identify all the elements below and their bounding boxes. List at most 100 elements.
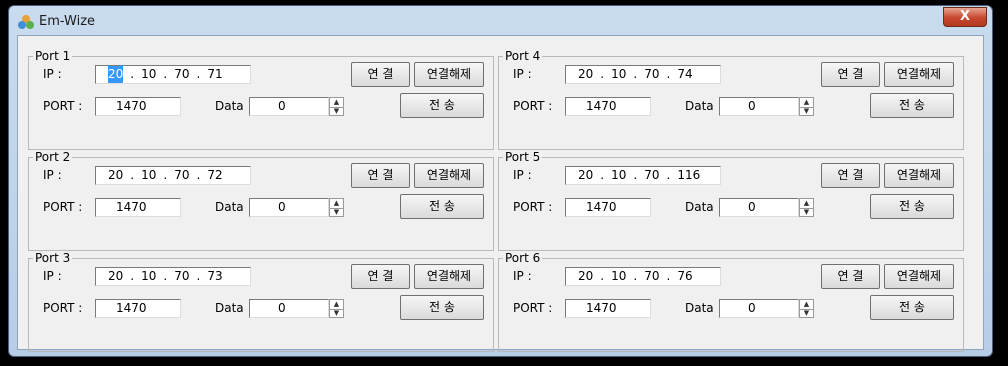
- ip-octet: 73: [207, 269, 223, 283]
- disconnect-button[interactable]: 연결해제: [884, 62, 954, 87]
- spin-down-icon[interactable]: ▼: [330, 208, 343, 217]
- close-button[interactable]: X: [943, 7, 987, 27]
- ip-label: IP :: [513, 67, 532, 81]
- connect-button[interactable]: 연 결: [351, 264, 410, 289]
- ip-dot: .: [130, 67, 135, 81]
- title-bar[interactable]: Em-Wize X: [9, 6, 992, 34]
- send-button[interactable]: 전 송: [400, 194, 484, 219]
- disconnect-button[interactable]: 연결해제: [414, 163, 484, 188]
- port-label: PORT :: [513, 99, 553, 113]
- port-field[interactable]: 1470: [565, 97, 651, 116]
- group-label: Port 2: [33, 150, 73, 164]
- ip-label: IP :: [43, 168, 62, 182]
- group-label: Port 3: [33, 251, 73, 265]
- ip-octet: 72: [207, 168, 223, 182]
- send-button[interactable]: 전 송: [870, 93, 954, 118]
- spin-down-icon[interactable]: ▼: [330, 107, 343, 116]
- data-label: Data: [215, 200, 244, 214]
- port-field[interactable]: 1470: [95, 97, 181, 116]
- data-field[interactable]: 0: [719, 198, 799, 217]
- connect-button[interactable]: 연 결: [821, 163, 880, 188]
- ip-octet: 20: [108, 66, 124, 83]
- ip-dot: .: [633, 269, 638, 283]
- ip-octet: 70: [174, 67, 190, 81]
- data-label: Data: [215, 301, 244, 315]
- app-icon: [18, 15, 34, 29]
- connect-button[interactable]: 연 결: [351, 62, 410, 87]
- send-button[interactable]: 전 송: [870, 194, 954, 219]
- send-button[interactable]: 전 송: [870, 295, 954, 320]
- data-field[interactable]: 0: [719, 97, 799, 116]
- spin-down-icon[interactable]: ▼: [330, 309, 343, 318]
- ip-dot: .: [666, 168, 671, 182]
- ip-address-field[interactable]: 20. 10. 70. 74: [565, 65, 721, 84]
- port-field[interactable]: 1470: [565, 198, 651, 217]
- ip-octet: 10: [611, 67, 627, 81]
- ip-dot: .: [196, 168, 201, 182]
- ip-address-field[interactable]: 20. 10. 70. 73: [95, 267, 251, 286]
- ip-address-field[interactable]: 20. 10. 70. 71: [95, 65, 251, 84]
- connect-button[interactable]: 연 결: [821, 62, 880, 87]
- ip-octet: 20: [108, 269, 124, 283]
- ip-label: IP :: [43, 269, 62, 283]
- disconnect-button[interactable]: 연결해제: [414, 264, 484, 289]
- ip-dot: .: [600, 168, 605, 182]
- port-label: PORT :: [43, 301, 83, 315]
- data-spinner[interactable]: ▲ ▼: [799, 198, 814, 217]
- ip-address-field[interactable]: 20. 10. 70. 72: [95, 166, 251, 185]
- data-label: Data: [685, 200, 714, 214]
- ip-address-field[interactable]: 20. 10. 70. 116: [565, 166, 721, 185]
- ip-octet: 116: [677, 168, 701, 182]
- connect-button[interactable]: 연 결: [351, 163, 410, 188]
- data-field[interactable]: 0: [249, 299, 329, 318]
- ip-dot: .: [163, 168, 168, 182]
- port-label: PORT :: [513, 200, 553, 214]
- ip-octet: 20: [578, 269, 594, 283]
- port-field[interactable]: 1470: [95, 299, 181, 318]
- ip-dot: .: [196, 67, 201, 81]
- ip-octet: 70: [174, 168, 190, 182]
- data-spinner[interactable]: ▲ ▼: [329, 97, 344, 116]
- data-field[interactable]: 0: [719, 299, 799, 318]
- port-group-3: Port 3 IP : 20. 10. 70. 73 PORT : 1470 Data 0 ▲ ▼ 연 …: [28, 251, 494, 352]
- send-button[interactable]: 전 송: [400, 295, 484, 320]
- send-button[interactable]: 전 송: [400, 93, 484, 118]
- ip-octet: 20: [578, 67, 594, 81]
- port-group-2: Port 2 IP : 20. 10. 70. 72 PORT : 1470 Data 0 ▲ ▼ 연 …: [28, 150, 494, 251]
- ip-dot: .: [196, 269, 201, 283]
- data-field[interactable]: 0: [249, 198, 329, 217]
- data-label: Data: [685, 99, 714, 113]
- ip-dot: .: [633, 168, 638, 182]
- ip-address-field[interactable]: 20. 10. 70. 76: [565, 267, 721, 286]
- ip-octet: 74: [677, 67, 693, 81]
- group-label: Port 1: [33, 49, 73, 63]
- data-spinner[interactable]: ▲ ▼: [329, 198, 344, 217]
- port-group-4: Port 4 IP : 20. 10. 70. 74 PORT : 1470 Data 0 ▲ ▼ 연 …: [498, 49, 964, 150]
- data-spinner[interactable]: ▲ ▼: [799, 299, 814, 318]
- port-label: PORT :: [43, 200, 83, 214]
- port-group-6: Port 6 IP : 20. 10. 70. 76 PORT : 1470 Data 0 ▲ ▼ 연 …: [498, 251, 964, 352]
- ip-octet: 20: [578, 168, 594, 182]
- ip-dot: .: [130, 269, 135, 283]
- port-label: PORT :: [513, 301, 553, 315]
- ip-dot: .: [666, 269, 671, 283]
- spin-down-icon[interactable]: ▼: [800, 208, 813, 217]
- group-label: Port 5: [503, 150, 543, 164]
- data-spinner[interactable]: ▲ ▼: [329, 299, 344, 318]
- data-field[interactable]: 0: [249, 97, 329, 116]
- spin-down-icon[interactable]: ▼: [800, 107, 813, 116]
- ip-label: IP :: [513, 269, 532, 283]
- spin-down-icon[interactable]: ▼: [800, 309, 813, 318]
- disconnect-button[interactable]: 연결해제: [414, 62, 484, 87]
- disconnect-button[interactable]: 연결해제: [884, 163, 954, 188]
- ip-dot: .: [600, 67, 605, 81]
- ip-octet: 20: [108, 168, 124, 182]
- port-field[interactable]: 1470: [95, 198, 181, 217]
- ip-dot: .: [633, 67, 638, 81]
- ip-octet: 70: [174, 269, 190, 283]
- port-field[interactable]: 1470: [565, 299, 651, 318]
- connect-button[interactable]: 연 결: [821, 264, 880, 289]
- ip-octet: 76: [677, 269, 693, 283]
- disconnect-button[interactable]: 연결해제: [884, 264, 954, 289]
- data-spinner[interactable]: ▲ ▼: [799, 97, 814, 116]
